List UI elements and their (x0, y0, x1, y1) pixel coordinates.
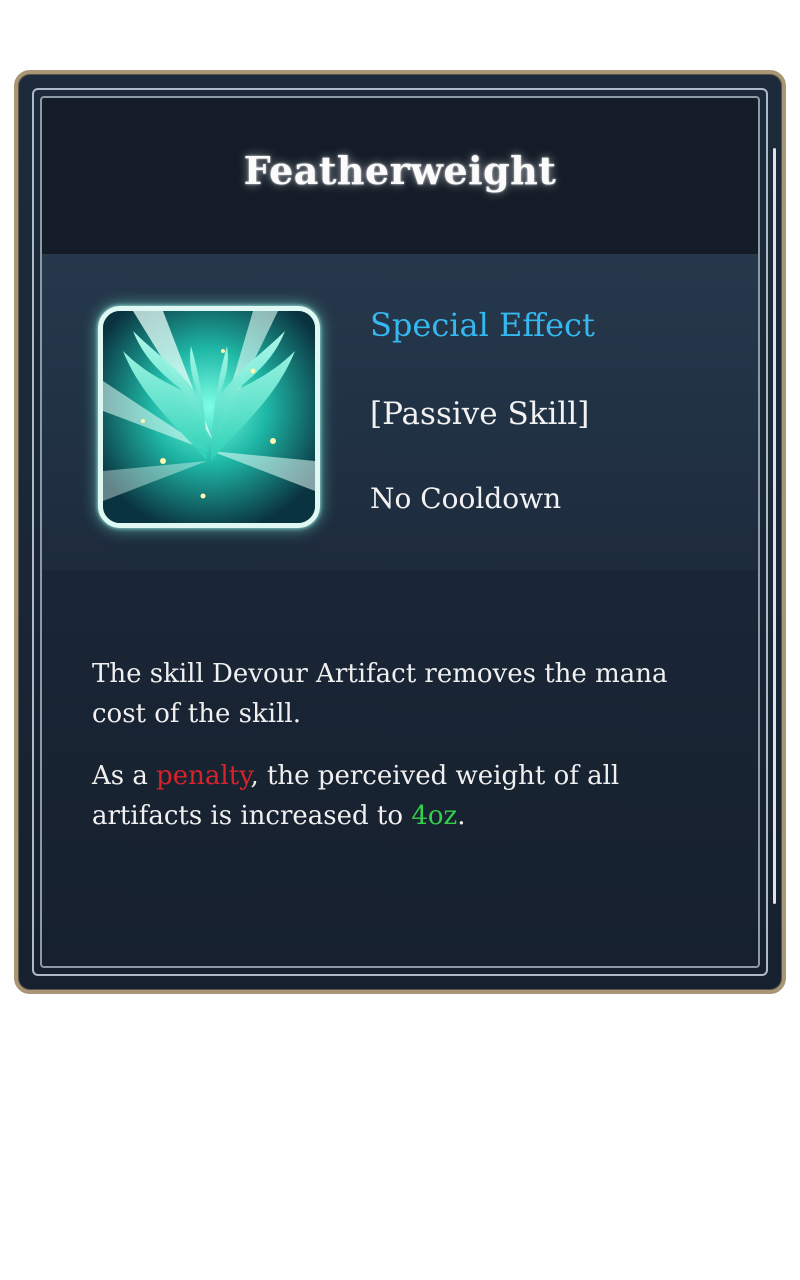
weight-value: 4oz (411, 801, 458, 831)
skill-description: The skill Devour Artifact removes the ma… (92, 654, 712, 858)
penalty-keyword: penalty (156, 761, 251, 791)
skill-type: [Passive Skill] (370, 396, 590, 432)
cooldown-text: No Cooldown (370, 482, 562, 515)
skill-title: Featherweight (243, 148, 557, 193)
desc-text: As a (92, 761, 157, 791)
skill-card: Featherweight Special Effect [Passive Sk… (14, 70, 786, 994)
special-effect-label: Special Effect (370, 306, 595, 344)
scrollbar[interactable] (773, 148, 776, 904)
description-line-1: The skill Devour Artifact removes the ma… (92, 659, 668, 729)
description-line-2: As a penalty, the perceived weight of al… (92, 756, 712, 836)
feather-wings-icon (98, 306, 320, 528)
desc-text: . (457, 801, 466, 831)
